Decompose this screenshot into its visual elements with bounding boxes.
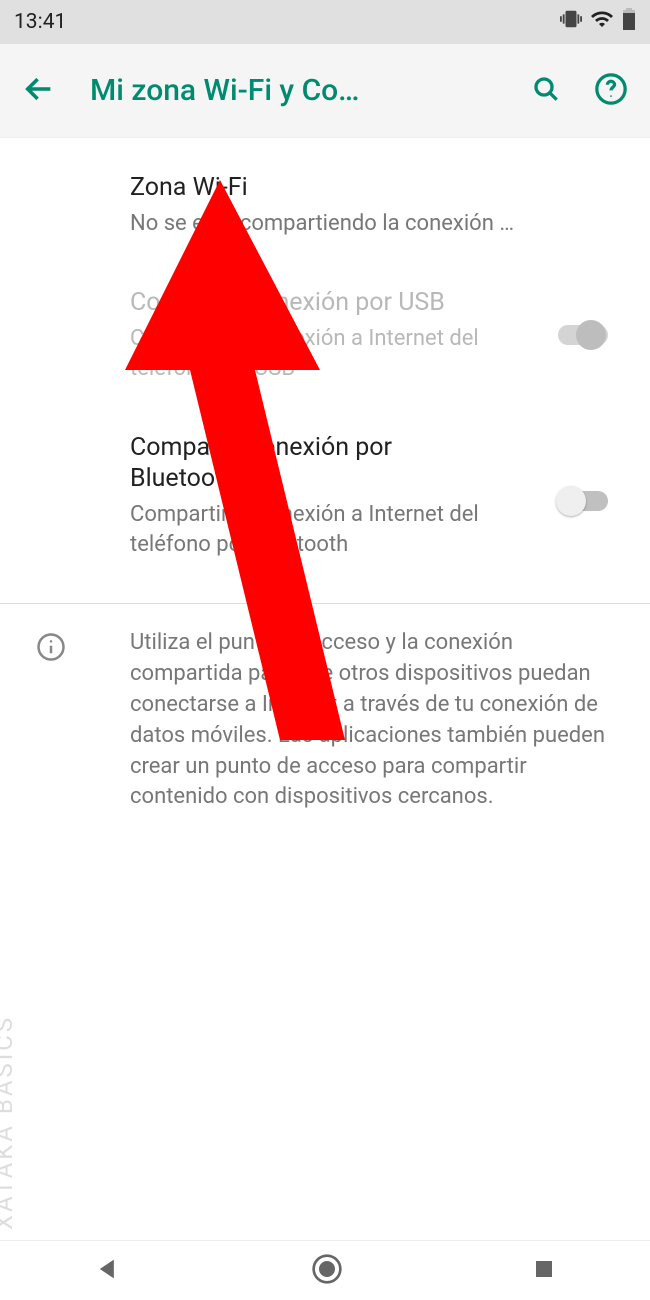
info-row: Utiliza el punto de acceso y la conexión… bbox=[0, 604, 650, 837]
bluetooth-tether-row[interactable]: Compartir conexión por Bluetooth Compart… bbox=[0, 408, 650, 594]
app-bar: Mi zona Wi-Fi y Co… bbox=[0, 44, 650, 138]
wifi-hotspot-title: Zona Wi-Fi bbox=[130, 172, 520, 203]
nav-bar bbox=[0, 1240, 650, 1300]
bluetooth-tether-toggle[interactable] bbox=[558, 491, 608, 511]
usb-tether-title: Compartir conexión por USB bbox=[130, 287, 520, 318]
usb-tether-toggle bbox=[558, 325, 608, 345]
nav-back-icon[interactable] bbox=[94, 1255, 122, 1287]
usb-tether-row: Compartir conexión por USB Compartir la … bbox=[0, 263, 650, 408]
usb-tether-subtitle: Compartir la conexión a Internet del tel… bbox=[130, 324, 520, 383]
status-time: 13:41 bbox=[14, 10, 66, 34]
back-button[interactable] bbox=[22, 72, 56, 110]
vibrate-icon bbox=[560, 8, 582, 36]
bluetooth-tether-subtitle: Compartir la conexión a Internet del tel… bbox=[130, 500, 490, 559]
wifi-hotspot-subtitle: No se está compartiendo la conexión a In… bbox=[130, 209, 520, 239]
page-title: Mi zona Wi-Fi y Co… bbox=[90, 73, 530, 108]
help-icon[interactable] bbox=[594, 72, 628, 110]
info-text: Utiliza el punto de acceso y la conexión… bbox=[130, 628, 610, 813]
watermark: XATAKA BASICS bbox=[0, 1015, 18, 1230]
wifi-icon bbox=[590, 7, 614, 37]
status-bar: 13:41 bbox=[0, 0, 650, 44]
info-icon bbox=[36, 632, 66, 666]
nav-recents-icon[interactable] bbox=[532, 1257, 556, 1285]
nav-home-icon[interactable] bbox=[311, 1253, 343, 1289]
bluetooth-tether-title: Compartir conexión por Bluetooth bbox=[130, 432, 450, 495]
battery-icon bbox=[622, 7, 636, 37]
wifi-hotspot-row[interactable]: Zona Wi-Fi No se está compartiendo la co… bbox=[0, 148, 650, 263]
search-icon[interactable] bbox=[530, 73, 562, 109]
